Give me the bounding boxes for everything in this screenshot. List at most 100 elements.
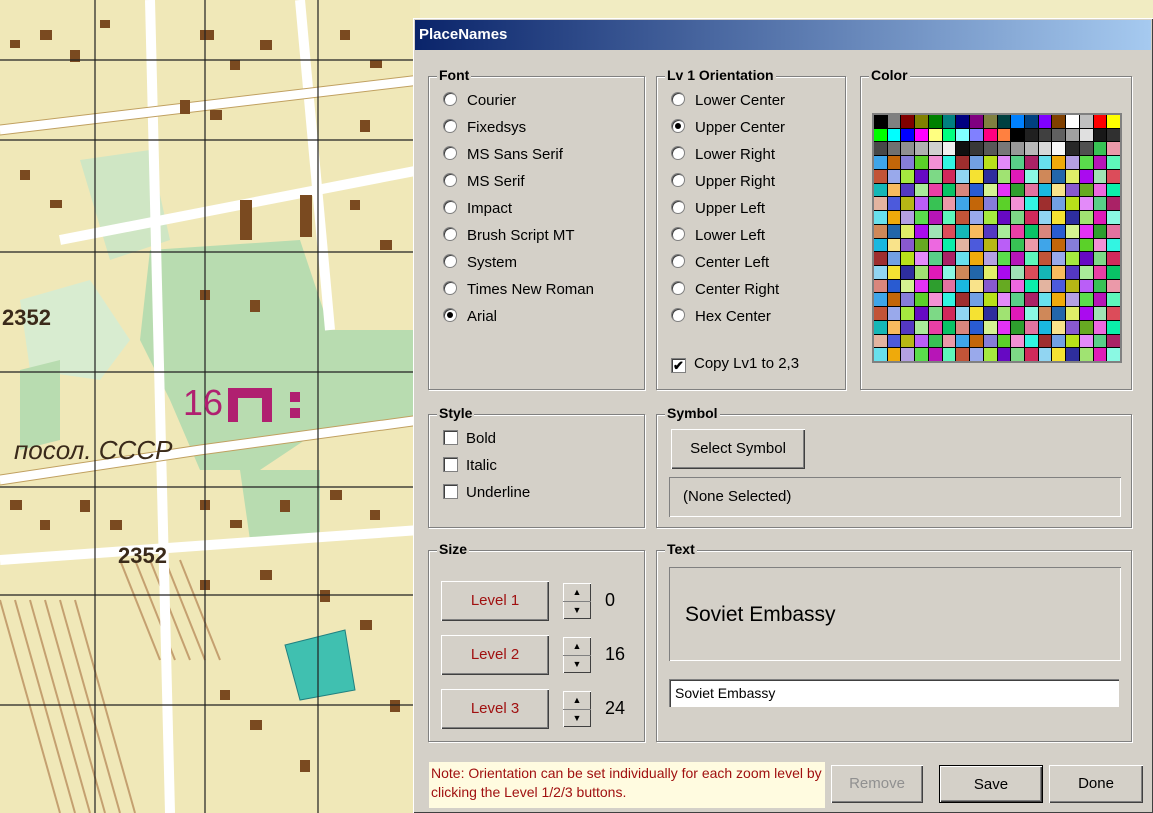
color-swatch[interactable]	[970, 334, 983, 348]
font-option[interactable]: Impact	[443, 199, 512, 219]
color-swatch[interactable]	[928, 320, 942, 334]
color-swatch[interactable]	[1038, 293, 1052, 307]
color-swatch[interactable]	[901, 238, 915, 252]
color-swatch[interactable]	[1024, 115, 1038, 128]
color-swatch[interactable]	[1079, 279, 1093, 293]
color-swatch[interactable]	[970, 183, 983, 197]
color-swatch[interactable]	[956, 197, 970, 211]
color-swatch[interactable]	[1024, 293, 1038, 307]
color-swatch[interactable]	[970, 320, 983, 334]
color-swatch[interactable]	[1052, 197, 1066, 211]
color-swatch[interactable]	[1066, 279, 1079, 293]
color-swatch[interactable]	[1093, 279, 1107, 293]
color-swatch[interactable]	[983, 128, 997, 142]
color-swatch[interactable]	[942, 265, 956, 279]
color-swatch[interactable]	[928, 142, 942, 156]
color-swatch[interactable]	[874, 307, 887, 320]
underline-checkbox[interactable]: Underline	[443, 483, 530, 503]
color-swatch[interactable]	[1038, 265, 1052, 279]
color-swatch[interactable]	[997, 265, 1011, 279]
color-swatch[interactable]	[1024, 142, 1038, 156]
color-swatch[interactable]	[1011, 334, 1024, 348]
color-swatch[interactable]	[1024, 156, 1038, 169]
color-swatch[interactable]	[997, 197, 1011, 211]
color-swatch[interactable]	[901, 320, 915, 334]
color-swatch[interactable]	[956, 238, 970, 252]
color-swatch[interactable]	[1024, 279, 1038, 293]
color-swatch[interactable]	[928, 238, 942, 252]
color-swatch[interactable]	[1038, 279, 1052, 293]
color-swatch[interactable]	[983, 197, 997, 211]
color-swatch[interactable]	[1024, 265, 1038, 279]
done-button[interactable]: Done	[1049, 765, 1143, 803]
spin-up-icon[interactable]: ▲	[563, 691, 591, 710]
color-swatch[interactable]	[1038, 334, 1052, 348]
color-swatch[interactable]	[1093, 293, 1107, 307]
color-swatch[interactable]	[901, 252, 915, 265]
color-swatch[interactable]	[1011, 211, 1024, 224]
color-swatch[interactable]	[928, 115, 942, 128]
radio-icon[interactable]	[671, 119, 685, 133]
color-swatch[interactable]	[915, 320, 928, 334]
color-swatch[interactable]	[915, 197, 928, 211]
color-swatch[interactable]	[1011, 183, 1024, 197]
color-swatch[interactable]	[928, 197, 942, 211]
radio-icon[interactable]	[671, 92, 685, 106]
color-swatch[interactable]	[1107, 115, 1120, 128]
level-3-spinner[interactable]: ▲ ▼	[563, 691, 591, 727]
color-swatch[interactable]	[1052, 348, 1066, 361]
color-swatch[interactable]	[1079, 156, 1093, 169]
color-swatch[interactable]	[997, 128, 1011, 142]
color-swatch[interactable]	[1066, 224, 1079, 238]
color-swatch[interactable]	[1024, 224, 1038, 238]
color-swatch[interactable]	[956, 307, 970, 320]
spin-up-icon[interactable]: ▲	[563, 583, 591, 602]
color-swatch[interactable]	[1052, 115, 1066, 128]
color-swatch[interactable]	[928, 293, 942, 307]
color-swatch[interactable]	[1093, 115, 1107, 128]
color-swatch[interactable]	[942, 183, 956, 197]
color-swatch[interactable]	[956, 334, 970, 348]
color-swatch[interactable]	[874, 265, 887, 279]
color-swatch[interactable]	[942, 238, 956, 252]
color-swatch[interactable]	[983, 279, 997, 293]
color-swatch[interactable]	[956, 320, 970, 334]
spin-down-icon[interactable]: ▼	[563, 709, 591, 727]
color-swatch[interactable]	[874, 128, 887, 142]
color-swatch[interactable]	[901, 156, 915, 169]
color-swatch[interactable]	[997, 293, 1011, 307]
color-swatch[interactable]	[1052, 142, 1066, 156]
italic-check[interactable]	[443, 457, 458, 472]
color-swatch[interactable]	[1093, 334, 1107, 348]
color-swatch[interactable]	[1011, 307, 1024, 320]
color-swatch[interactable]	[1107, 169, 1120, 183]
color-swatch[interactable]	[1107, 252, 1120, 265]
color-swatch[interactable]	[970, 115, 983, 128]
color-swatch[interactable]	[983, 211, 997, 224]
color-swatch[interactable]	[874, 334, 887, 348]
radio-icon[interactable]	[443, 308, 457, 322]
orientation-option[interactable]: Lower Left	[671, 226, 765, 246]
color-swatch[interactable]	[997, 334, 1011, 348]
radio-icon[interactable]	[443, 146, 457, 160]
color-swatch[interactable]	[1038, 252, 1052, 265]
color-swatch[interactable]	[956, 142, 970, 156]
color-swatch[interactable]	[1093, 128, 1107, 142]
color-swatch[interactable]	[1038, 348, 1052, 361]
color-swatch[interactable]	[970, 142, 983, 156]
radio-icon[interactable]	[671, 200, 685, 214]
radio-icon[interactable]	[671, 254, 685, 268]
color-swatch[interactable]	[1093, 211, 1107, 224]
color-swatch[interactable]	[915, 115, 928, 128]
level-2-button[interactable]: Level 2	[441, 635, 549, 675]
color-swatch[interactable]	[901, 169, 915, 183]
color-swatch[interactable]	[901, 142, 915, 156]
color-swatch[interactable]	[901, 224, 915, 238]
color-swatch[interactable]	[887, 142, 901, 156]
color-palette[interactable]	[872, 113, 1122, 363]
color-swatch[interactable]	[1079, 293, 1093, 307]
color-swatch[interactable]	[1052, 293, 1066, 307]
color-swatch[interactable]	[901, 293, 915, 307]
color-swatch[interactable]	[1107, 211, 1120, 224]
color-swatch[interactable]	[1024, 334, 1038, 348]
